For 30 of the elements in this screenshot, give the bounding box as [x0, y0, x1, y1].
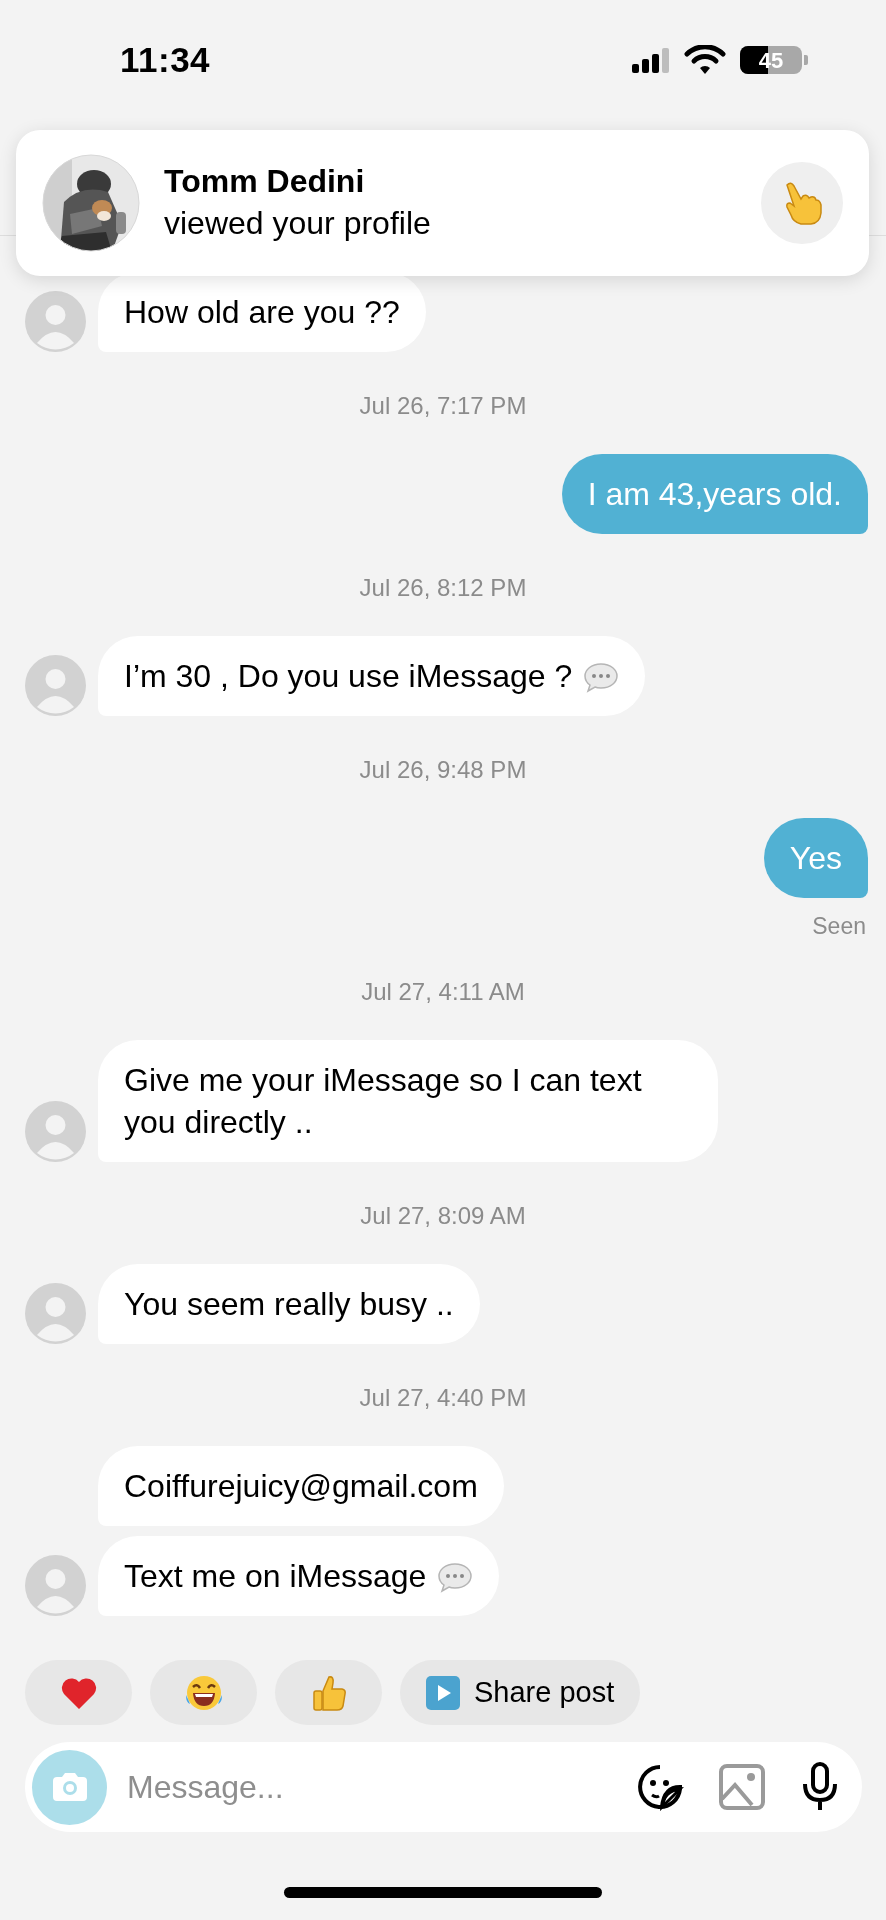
message-bar[interactable]: Message...: [25, 1742, 862, 1832]
image-icon: [718, 1763, 766, 1811]
status-time: 11:34: [120, 38, 211, 81]
play-icon: [426, 1675, 460, 1710]
timestamp: Jul 27, 8:09 AM: [359, 1204, 527, 1228]
message-field[interactable]: Message...: [125, 1762, 602, 1812]
received-message: Give me your iMessage so I can text you directly ..: [98, 1040, 718, 1162]
timestamp: Jul 26, 9:48 PM: [358, 758, 528, 782]
notification-banner[interactable]: Tomm Dedini viewed your profile: [16, 130, 869, 276]
sent-message: Yes: [763, 818, 868, 898]
received-message: I’m 30 , Do you use iMessage ?: [98, 636, 646, 716]
gallery-button[interactable]: [718, 1763, 766, 1811]
notification-name: Tomm Dedini: [164, 162, 366, 202]
microphone-button[interactable]: [800, 1762, 840, 1812]
seen-status: Seen: [811, 914, 866, 938]
received-message: You seem really busy ..: [98, 1264, 480, 1344]
timestamp: Jul 27, 4:40 PM: [358, 1386, 528, 1410]
sticker-button[interactable]: [636, 1763, 684, 1811]
microphone-icon: [800, 1762, 840, 1812]
sticker-icon: [636, 1763, 684, 1811]
timestamp: Jul 27, 4:11 AM: [360, 980, 526, 1004]
timestamp: Jul 26, 8:12 PM: [358, 576, 528, 600]
signal-icon: [632, 47, 670, 73]
notification-text: viewed your profile: [164, 204, 431, 243]
wifi-icon: [684, 45, 726, 75]
sent-message: I am 43,years old.: [561, 454, 868, 534]
received-message: Coiffurejuicy@gmail.com: [98, 1446, 504, 1526]
received-message: Text me on iMessage: [98, 1536, 500, 1616]
timestamp: Jul 26, 7:17 PM: [358, 394, 528, 418]
share-post-button[interactable]: Share post: [400, 1660, 641, 1725]
